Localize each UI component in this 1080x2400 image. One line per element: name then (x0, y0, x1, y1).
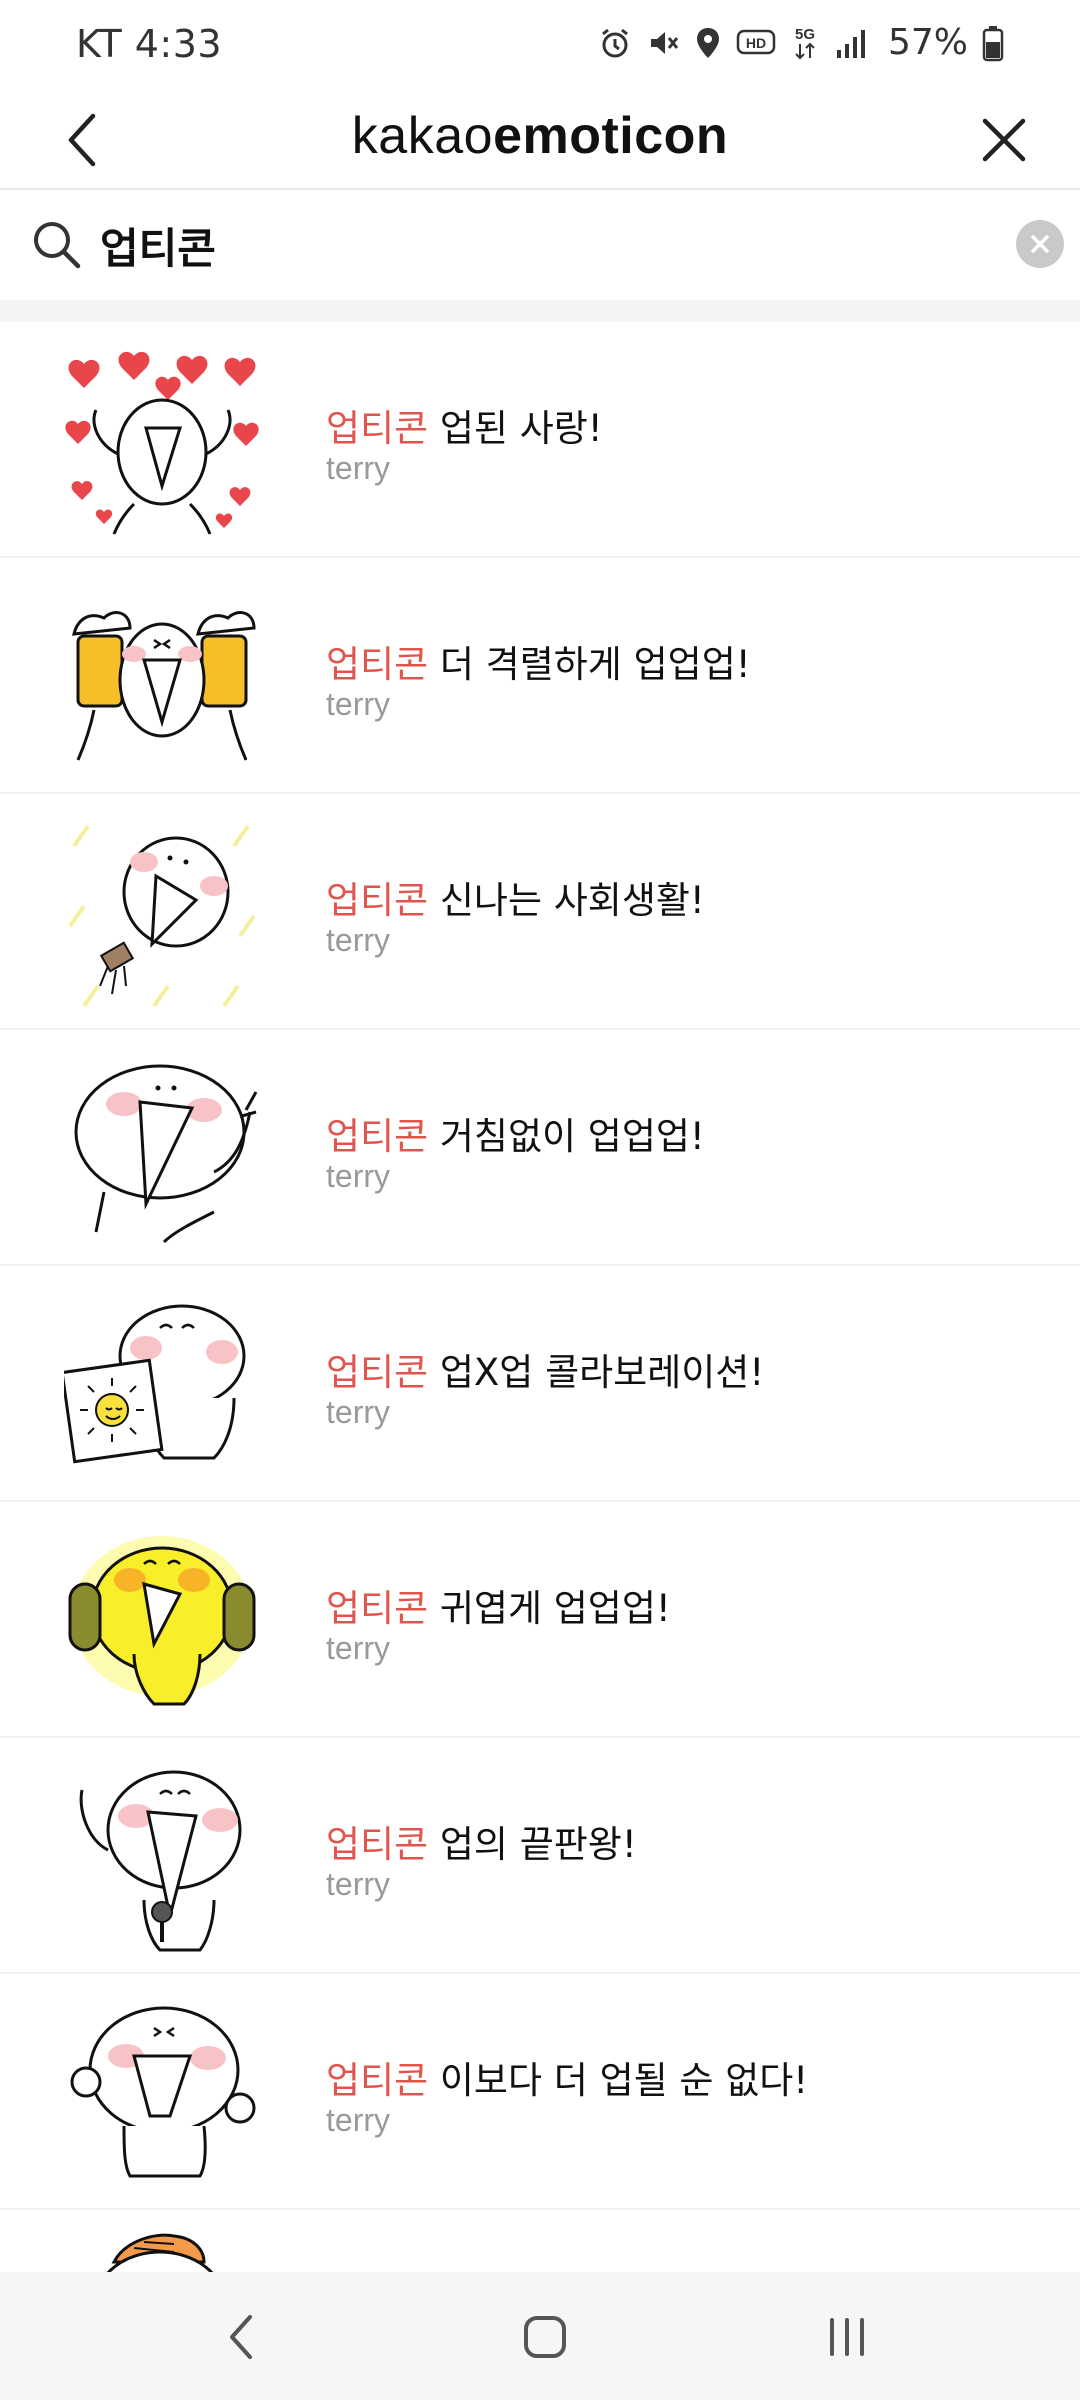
result-item[interactable]: 업티콘 신나는 사회생활! terry (0, 794, 1080, 1030)
result-author: terry (326, 1158, 390, 1194)
result-item[interactable]: 업티콘 이보다 더 업될 순 없다! terry (0, 1974, 1080, 2210)
system-nav-bar (0, 2272, 1080, 2400)
result-author: terry (326, 686, 390, 722)
battery-icon (982, 23, 1004, 63)
result-title: 업티콘 더 격렬하게 업업업! (326, 634, 751, 688)
result-title: 업티콘 업된 사랑! (326, 398, 603, 452)
result-keyword: 업티콘 (326, 1587, 429, 1630)
result-title: 업티콘 업의 끝판왕! (326, 1814, 637, 1868)
result-title-text: 더 격렬하게 업업업! (428, 643, 751, 686)
emoticon-thumbnail (68, 1536, 256, 1706)
brand-bold: emoticon (493, 107, 729, 165)
app-header: kakaoemoticon (0, 90, 1080, 190)
result-keyword: 업티콘 (326, 643, 429, 686)
brand-logo: kakaoemoticon (0, 106, 1080, 166)
status-bar: KT 4:33 HD 5G 57% (0, 0, 1080, 90)
result-author: terry (326, 2102, 390, 2138)
emoticon-thumbnail (74, 1064, 258, 1244)
result-keyword: 업티콘 (326, 1823, 429, 1866)
result-author: terry (326, 1866, 390, 1902)
result-item[interactable]: 업티콘 업된 사랑! terry (0, 322, 1080, 558)
result-title: 업티콘 귀엽게 업업업! (326, 1578, 671, 1632)
search-icon (34, 222, 81, 269)
search-input[interactable] (100, 214, 980, 276)
result-title-text: 업X업 콜라보레이션! (428, 1351, 765, 1394)
emoticon-thumbnail (65, 351, 259, 535)
result-item[interactable]: 업티콘 더 격렬하게 업업업! terry (0, 558, 1080, 794)
section-divider (0, 300, 1080, 322)
nav-back-button[interactable] (196, 2302, 286, 2372)
result-title-text: 귀엽게 업업업! (428, 1587, 671, 1630)
svg-text:HD: HD (746, 35, 766, 51)
result-keyword: 업티콘 (326, 407, 429, 450)
mute-icon (646, 23, 680, 63)
battery-percent: 57% (887, 22, 968, 63)
nav-home-button[interactable] (500, 2302, 590, 2372)
emoticon-thumbnail (70, 2006, 256, 2178)
emoticon-thumbnail (72, 611, 256, 761)
result-keyword: 업티콘 (326, 1115, 429, 1158)
result-title-text: 거침없이 업업업! (428, 1115, 705, 1158)
status-icons: HD 5G 57% (598, 22, 1004, 63)
result-item[interactable]: 업티콘 업의 끝판왕! terry (0, 1738, 1080, 1974)
result-title-text: 업된 사랑! (428, 407, 603, 450)
brand-light: kakao (351, 107, 494, 165)
result-keyword: 업티콘 (326, 1351, 429, 1394)
signal-icon (834, 23, 868, 63)
clear-icon (1031, 235, 1049, 253)
nav-recent-apps-button[interactable] (802, 2302, 892, 2372)
home-icon (524, 2316, 566, 2358)
nav-back-icon (230, 2315, 252, 2359)
result-title: 업티콘 신나는 사회생활! (326, 870, 705, 924)
result-title: 업티콘 업X업 콜라보레이션! (326, 1342, 764, 1396)
location-icon (694, 23, 722, 63)
5g-icon: 5G (790, 23, 820, 63)
search-bar (0, 192, 1080, 300)
hd-icon: HD (736, 23, 776, 63)
result-list: 업티콘 업된 사랑! terry 업티콘 더 격렬하게 업업업! terry 업… (0, 322, 1080, 2272)
svg-text:5G: 5G (795, 26, 815, 43)
result-author: terry (326, 450, 390, 486)
emoticon-thumbnail (64, 1304, 246, 1464)
emoticon-thumbnail (106, 2233, 214, 2272)
result-item[interactable]: 업티콘 거침없이 업업업! terry (0, 1030, 1080, 1266)
result-author: terry (326, 922, 390, 958)
result-title-text: 신나는 사회생활! (428, 879, 705, 922)
recent-apps-icon (830, 2318, 864, 2356)
clear-search-button[interactable] (1016, 220, 1064, 268)
result-keyword: 업티콘 (326, 2059, 429, 2102)
result-item[interactable]: 업티콘 귀엽게 업업업! terry (0, 1502, 1080, 1738)
emoticon-thumbnail (68, 824, 256, 1008)
carrier-time: KT 4:33 (76, 22, 223, 66)
result-item[interactable]: 업티콘 업X업 콜라보레이션! terry (0, 1266, 1080, 1502)
result-author: terry (326, 1630, 390, 1666)
emoticon-thumbnail (79, 1770, 242, 1952)
result-item[interactable] (0, 2210, 1080, 2272)
result-title-text: 업의 끝판왕! (428, 1823, 637, 1866)
result-title-text: 이보다 더 업될 순 없다! (428, 2059, 809, 2102)
result-title: 업티콘 이보다 더 업될 순 없다! (326, 2050, 808, 2104)
alarm-icon (598, 23, 632, 63)
result-title: 업티콘 거침없이 업업업! (326, 1106, 705, 1160)
result-author: terry (326, 1394, 390, 1430)
result-keyword: 업티콘 (326, 879, 429, 922)
close-button[interactable] (968, 104, 1040, 176)
close-icon (982, 118, 1026, 162)
